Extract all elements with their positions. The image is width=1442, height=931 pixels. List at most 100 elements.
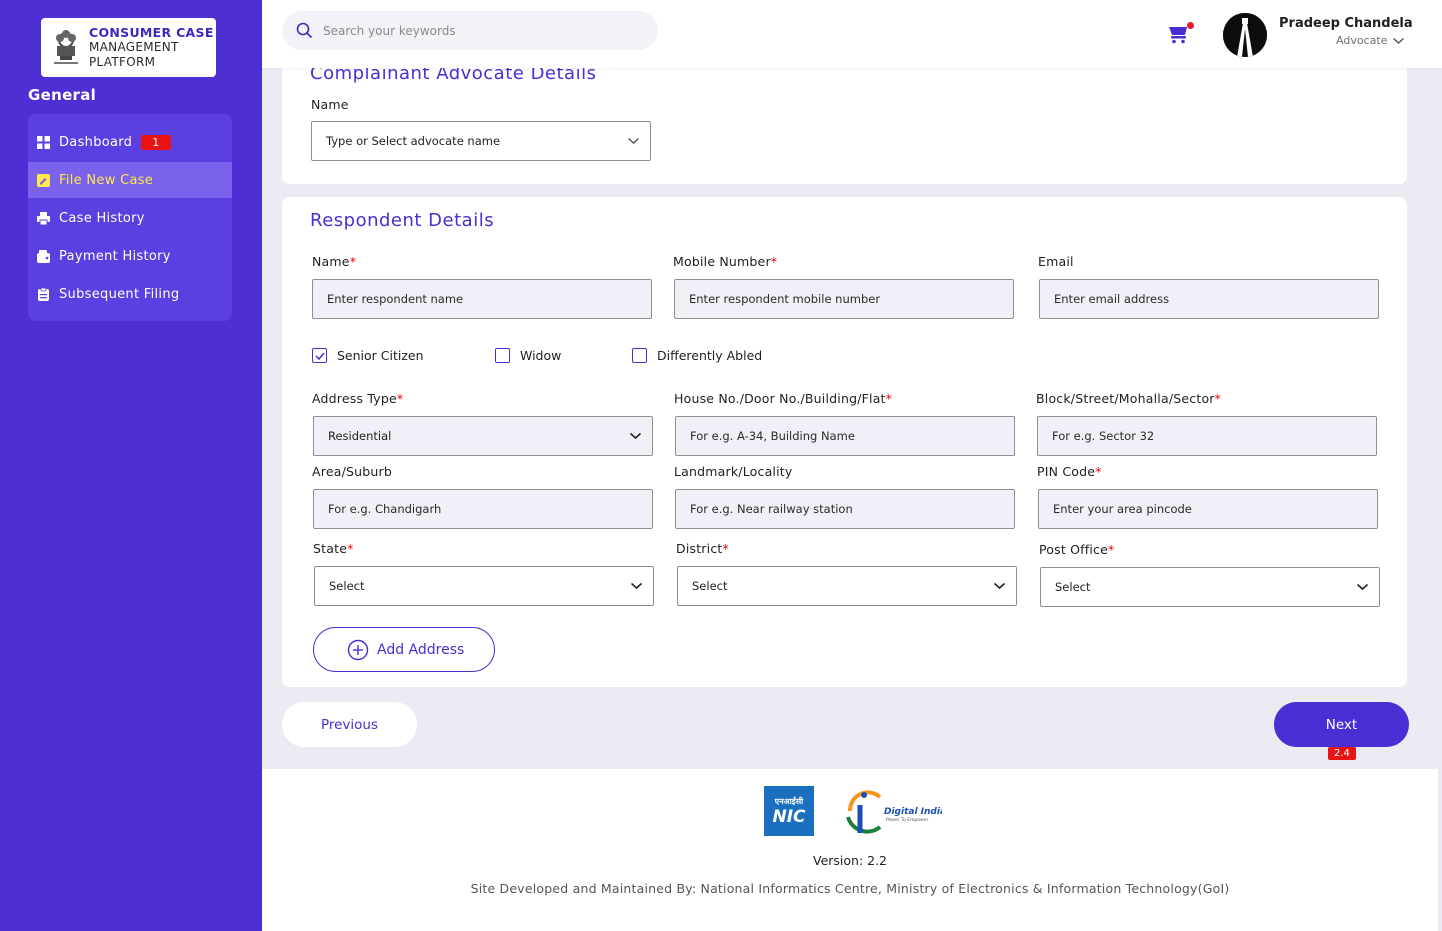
edit-note-icon [37,173,50,187]
area-suburb-input[interactable] [313,489,653,529]
post-office-label: Post Office* [1039,542,1115,557]
email-input[interactable] [1039,279,1379,319]
checkbox-label: Senior Citizen [337,348,424,363]
brand-line1: CONSUMER CASE [89,25,214,40]
plus-circle-icon [347,639,369,660]
chevron-down-icon [629,432,642,440]
post-office-value: Select [1055,580,1091,594]
checkbox-label: Differently Abled [657,348,763,363]
advocate-name-label: Name [311,97,349,112]
address-type-select[interactable]: Residential [313,416,653,456]
checkbox-box [495,348,510,363]
state-select[interactable]: Select [314,566,654,606]
footer: एनआईसी NIC Digital India Power To Empowe… [262,769,1438,931]
respondent-section-title: Respondent Details [310,210,495,231]
sidebar-menu: Dashboard 1 File New Case Case History P… [28,114,232,321]
block-street-label: Block/Street/Mohalla/Sector* [1036,391,1222,406]
checkbox-label: Widow [520,348,562,363]
sidebar: CONSUMER CASE MANAGEMENT PLATFORM Genera… [0,0,262,931]
sidebar-item-case-history[interactable]: Case History [28,200,232,236]
address-type-value: Residential [328,429,392,443]
widow-checkbox[interactable]: Widow [495,348,561,363]
chevron-down-icon [628,137,639,144]
avatar[interactable] [1223,13,1267,57]
brand-line2: MANAGEMENT [89,40,179,54]
sidebar-section-title: General [28,86,97,104]
checkmark-icon [314,352,325,360]
wallet-icon [37,249,50,263]
brand-logo[interactable]: CONSUMER CASE MANAGEMENT PLATFORM [41,18,216,77]
pin-code-input[interactable] [1038,489,1378,529]
sidebar-item-dashboard[interactable]: Dashboard 1 [28,124,232,160]
advocate-name-select[interactable]: Type or Select advocate name [311,121,651,161]
sidebar-item-label: Dashboard [59,134,133,150]
state-label: State* [313,541,354,556]
add-address-button[interactable]: Add Address [313,627,495,672]
sidebar-item-payment-history[interactable]: Payment History [28,238,232,274]
search-bar[interactable] [282,11,658,50]
version-text: Version: 2.2 [812,853,888,868]
previous-button[interactable]: Previous [282,702,417,747]
developed-by-text: Site Developed and Maintained By: Nation… [470,881,1230,896]
chevron-down-icon [993,582,1006,590]
district-select[interactable]: Select [677,566,1017,606]
print-history-icon [37,211,50,225]
respondent-details-card: Respondent Details Name* Mobile Number* … [282,197,1407,687]
house-number-input[interactable] [675,416,1015,456]
sidebar-item-file-new-case[interactable]: File New Case [28,162,232,198]
digital-india-text: Digital India [884,807,942,817]
pin-code-label: PIN Code* [1037,464,1102,479]
district-label: District* [676,541,729,556]
chevron-down-icon [1356,583,1369,591]
digital-india-logo: Digital India Power To Empower [846,790,942,834]
search-icon [296,22,312,38]
sidebar-item-subsequent-filing[interactable]: Subsequent Filing [28,276,232,312]
chevron-down-icon [1393,37,1405,44]
differently-abled-checkbox[interactable]: Differently Abled [632,348,762,363]
block-street-input[interactable] [1037,416,1377,456]
user-role-dropdown[interactable]: Advocate [1336,34,1405,47]
landmark-label: Landmark/Locality [674,464,793,479]
nic-logo-text: NIC [772,806,806,827]
area-suburb-label: Area/Suburb [312,464,392,479]
digital-india-tagline: Power To Empower [886,817,928,823]
user-role: Advocate [1336,34,1388,47]
sidebar-item-label: Payment History [59,248,171,264]
mobile-number-input[interactable] [674,279,1014,319]
search-input[interactable] [323,23,623,38]
respondent-name-label: Name* [312,254,357,269]
grid-icon [37,135,50,149]
state-value: Select [329,579,365,593]
district-value: Select [692,579,728,593]
house-number-label: House No./Door No./Building/Flat* [674,391,893,406]
sidebar-item-label: File New Case [59,172,154,188]
landmark-input[interactable] [675,489,1015,529]
cart-notification-dot [1187,22,1194,29]
nic-logo-hindi: एनआईसी [774,796,804,806]
brand-line3: PLATFORM [89,55,156,69]
top-header: Pradeep Chandela Advocate [262,0,1442,68]
national-emblem-icon [54,29,78,64]
chevron-down-icon [630,582,643,590]
email-label: Email [1038,254,1074,269]
dashboard-badge: 1 [141,134,171,150]
add-address-label: Add Address [377,641,465,658]
checkbox-box [312,348,327,363]
user-name[interactable]: Pradeep Chandela [1279,16,1413,31]
nic-logo: एनआईसी NIC [764,786,814,836]
next-badge: 2.4 [1328,747,1356,760]
advocate-details-card: Complainant Advocate Details Name Type o… [282,50,1407,184]
senior-citizen-checkbox[interactable]: Senior Citizen [312,348,424,363]
brand-text: CONSUMER CASE MANAGEMENT PLATFORM [89,25,214,70]
cart-button[interactable] [1168,22,1194,46]
sidebar-item-label: Case History [59,210,145,226]
avatar-image [1223,13,1267,57]
respondent-name-input[interactable] [312,279,652,319]
post-office-select[interactable]: Select [1040,567,1380,607]
advocate-name-placeholder: Type or Select advocate name [326,134,501,148]
mobile-number-label: Mobile Number* [673,254,778,269]
address-type-label: Address Type* [312,391,404,406]
clipboard-icon [37,287,50,301]
sidebar-item-label: Subsequent Filing [59,286,180,302]
next-button[interactable]: Next [1274,702,1409,747]
